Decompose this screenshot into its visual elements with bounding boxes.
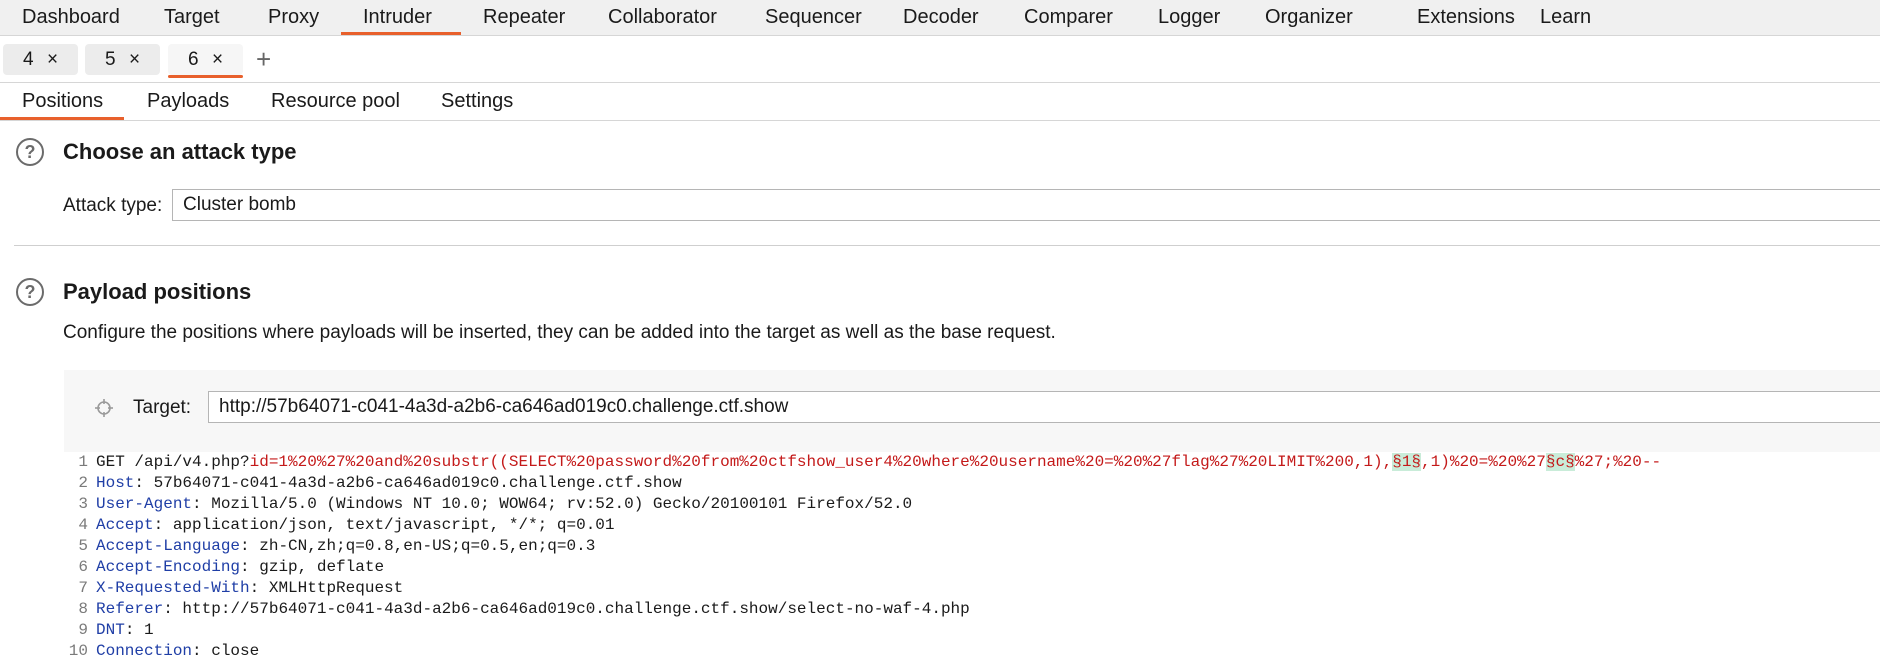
active-subtab-indicator <box>0 117 124 120</box>
payload-marker-1[interactable]: §1§ <box>1392 453 1422 471</box>
nav-extensions[interactable]: Extensions <box>1417 0 1515 36</box>
nav-organizer[interactable]: Organizer <box>1265 0 1353 36</box>
header-key: Connection <box>96 642 193 660</box>
header-value: Mozilla/5.0 (Windows NT 10.0; WOW64; rv:… <box>201 495 913 513</box>
help-icon[interactable]: ? <box>16 278 44 306</box>
header-value: http://57b64071-c041-4a3d-a2b6-ca646ad01… <box>172 600 970 618</box>
help-icon[interactable]: ? <box>16 138 44 166</box>
line-number: 1 <box>78 453 88 471</box>
nav-target[interactable]: Target <box>164 0 220 36</box>
target-crosshair-icon <box>95 399 113 417</box>
header-value: zh-CN,zh;q=0.8,en-US;q=0.5,en;q=0.3 <box>249 537 596 555</box>
header-value: gzip, deflate <box>249 558 385 576</box>
target-label: Target: <box>133 397 192 418</box>
attack-type-select[interactable]: Cluster bomb <box>172 189 1880 221</box>
payload-positions-description: Configure the positions where payloads w… <box>63 322 1056 343</box>
request-line: 3 User-Agent: Mozilla/5.0 (Windows NT 10.… <box>64 494 912 515</box>
nav-comparer[interactable]: Comparer <box>1024 0 1113 36</box>
request-tab-bar: 4 × 5 × 6 × + <box>0 37 1880 83</box>
header-key: Accept <box>96 516 154 534</box>
tab-label: 5 <box>105 49 116 70</box>
nav-learn[interactable]: Learn <box>1540 0 1591 36</box>
tab-label: 6 <box>188 49 199 70</box>
active-tab-indicator <box>168 75 243 78</box>
header-value: application/json, text/javascript, */*; … <box>163 516 615 534</box>
line-number: 8 <box>78 600 88 618</box>
tab-settings[interactable]: Settings <box>441 83 513 119</box>
header-key: User-Agent <box>96 495 193 513</box>
request-line: 6 Accept-Encoding: gzip, deflate <box>64 557 384 578</box>
close-icon[interactable]: × <box>212 44 223 75</box>
request-method-path: GET /api/v4.php? <box>96 453 250 471</box>
nav-proxy[interactable]: Proxy <box>268 0 319 36</box>
payload-positions-heading: Payload positions <box>63 279 252 304</box>
add-tab-button[interactable]: + <box>256 45 271 73</box>
request-tab-5[interactable]: 5 × <box>85 44 160 75</box>
attack-type-heading: Choose an attack type <box>63 139 297 164</box>
nav-decoder[interactable]: Decoder <box>903 0 979 36</box>
nav-intruder[interactable]: Intruder <box>363 0 432 36</box>
header-value: 57b64071-c041-4a3d-a2b6-ca646ad019c0.cha… <box>144 474 682 492</box>
request-line: 5 Accept-Language: zh-CN,zh;q=0.8,en-US;q… <box>64 536 595 557</box>
nav-dashboard[interactable]: Dashboard <box>22 0 120 36</box>
nav-logger[interactable]: Logger <box>1158 0 1220 36</box>
line-number: 4 <box>78 516 88 534</box>
request-tab-6[interactable]: 6 × <box>168 44 243 78</box>
tab-positions[interactable]: Positions <box>22 83 103 119</box>
intruder-sub-tabs: Positions Payloads Resource pool Setting… <box>0 83 1880 121</box>
tab-payloads[interactable]: Payloads <box>147 83 229 119</box>
header-key: X-Requested-With <box>96 579 250 597</box>
tab-resource-pool[interactable]: Resource pool <box>271 83 400 119</box>
header-value: close <box>201 642 260 660</box>
header-value: 1 <box>134 621 154 639</box>
line-number: 2 <box>78 474 88 492</box>
header-key: Accept-Language <box>96 537 241 555</box>
line-number: 9 <box>78 621 88 639</box>
line-number: 10 <box>68 642 88 660</box>
request-line: 9 DNT: 1 <box>64 620 154 641</box>
section-divider <box>14 245 1880 246</box>
request-param-mid: ,1)%20=%20%27 <box>1421 453 1546 471</box>
nav-collaborator[interactable]: Collaborator <box>608 0 717 36</box>
line-number: 3 <box>78 495 88 513</box>
header-key: DNT <box>96 621 125 639</box>
header-key: Accept-Encoding <box>96 558 241 576</box>
request-line: 10 Connection: close <box>64 641 259 662</box>
request-param-suffix: %27;%20-- <box>1574 453 1662 471</box>
line-number: 5 <box>78 537 88 555</box>
close-icon[interactable]: × <box>47 44 58 75</box>
request-line: 7 X-Requested-With: XMLHttpRequest <box>64 578 403 599</box>
tab-label: 4 <box>23 49 34 70</box>
request-tab-4[interactable]: 4 × <box>3 44 78 75</box>
header-value: XMLHttpRequest <box>259 579 404 597</box>
request-line: 2 Host: 57b64071-c041-4a3d-a2b6-ca646ad01… <box>64 473 682 494</box>
header-key: Host <box>96 474 135 492</box>
header-key: Referer <box>96 600 164 618</box>
request-line: 4 Accept: application/json, text/javascri… <box>64 515 615 536</box>
request-param: id=1%20%27%20and%20substr((SELECT%20pass… <box>249 453 1393 471</box>
close-icon[interactable]: × <box>129 44 140 75</box>
line-number: 6 <box>78 558 88 576</box>
request-line: 8 Referer: http://57b64071-c041-4a3d-a2b6… <box>64 599 970 620</box>
request-line-1: 1 GET /api/v4.php?id=1%20%27%20and%20subs… <box>64 452 1661 473</box>
top-navigation: Dashboard Target Proxy Intruder Repeater… <box>0 0 1880 36</box>
request-editor[interactable]: 1 GET /api/v4.php?id=1%20%27%20and%20subs… <box>64 452 1880 669</box>
nav-repeater[interactable]: Repeater <box>483 0 565 36</box>
payload-marker-2[interactable]: §c§ <box>1545 453 1575 471</box>
target-url-input[interactable]: http://57b64071-c041-4a3d-a2b6-ca646ad01… <box>208 391 1880 423</box>
nav-sequencer[interactable]: Sequencer <box>765 0 862 36</box>
line-number: 7 <box>78 579 88 597</box>
active-nav-indicator <box>341 32 461 35</box>
attack-type-label: Attack type: <box>63 195 163 216</box>
